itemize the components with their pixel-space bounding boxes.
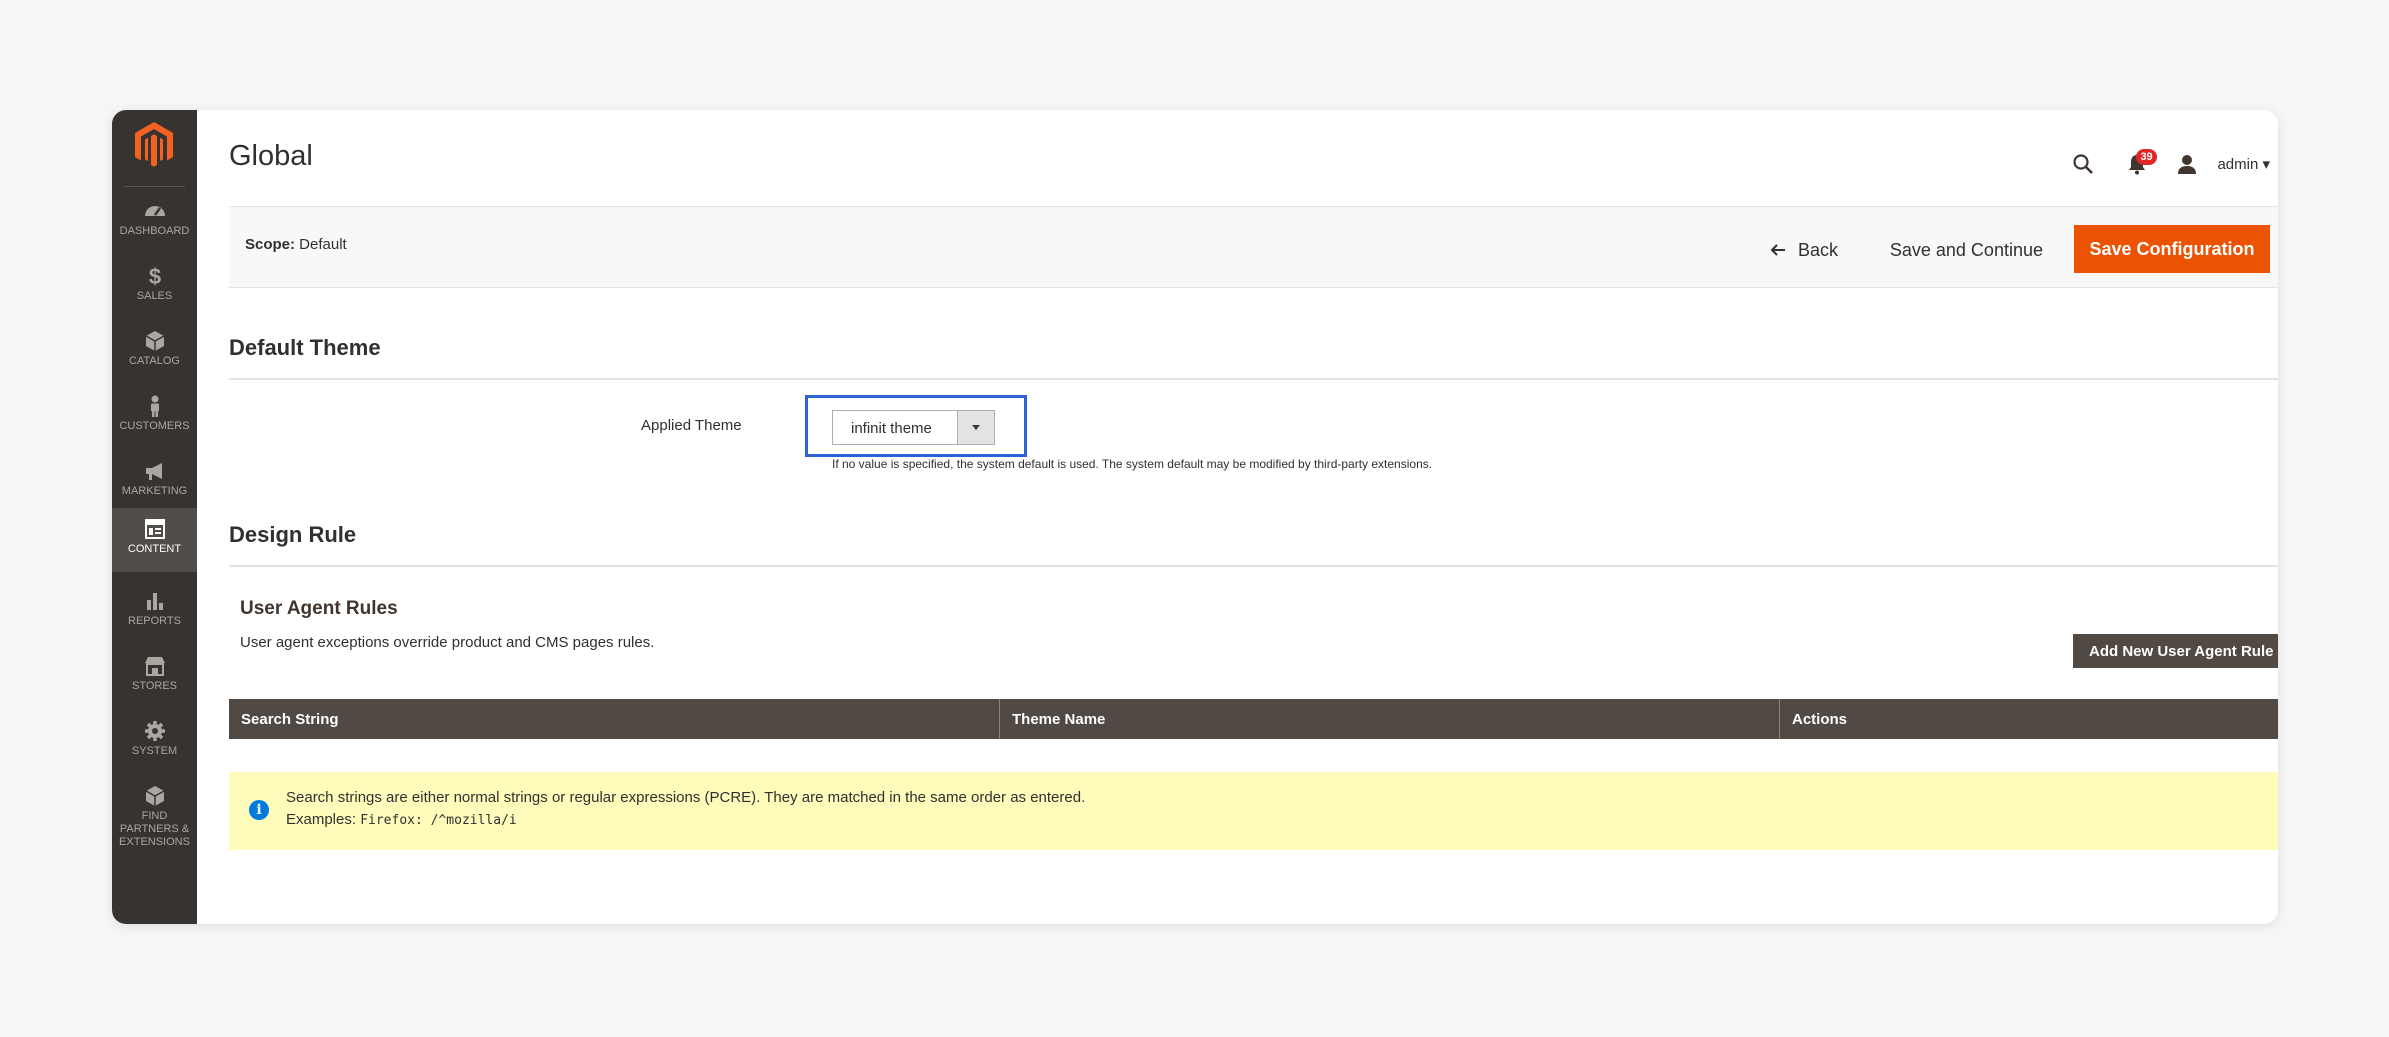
default-theme-section-title[interactable]: Default Theme xyxy=(229,335,381,361)
sidebar-item-catalog[interactable]: CATALOG xyxy=(112,320,197,384)
megaphone-icon xyxy=(142,458,168,484)
dashboard-icon xyxy=(142,198,168,224)
user-agent-rules-title: User Agent Rules xyxy=(240,598,398,619)
scope-label: Scope: xyxy=(245,236,296,253)
sidebar-item-label: CATALOG xyxy=(129,355,180,367)
sidebar-item-content[interactable]: CONTENT xyxy=(112,508,197,572)
sidebar-item-find-partners[interactable]: FIND PARTNERS & EXTENSIONS xyxy=(112,775,197,855)
column-header-search-string: Search String xyxy=(229,699,1000,739)
svg-text:$: $ xyxy=(148,264,160,289)
applied-theme-label: Applied Theme xyxy=(641,417,742,434)
sidebar-item-dashboard[interactable]: DASHBOARD xyxy=(112,190,197,254)
store-icon xyxy=(142,653,168,679)
info-message: i Search strings are either normal strin… xyxy=(229,772,2278,850)
examples-label: Examples: xyxy=(286,811,361,828)
sidebar-item-label: DASHBOARD xyxy=(119,225,190,237)
save-and-continue-button[interactable]: Save and Continue xyxy=(1890,227,2043,273)
back-button[interactable]: Back xyxy=(1770,227,1838,273)
scope-indicator: Scope: Default xyxy=(245,236,347,253)
admin-user-menu[interactable]: admin ▾ xyxy=(2217,155,2270,173)
sidebar-item-label: REPORTS xyxy=(128,615,181,627)
sidebar-item-label: SALES xyxy=(136,290,173,302)
user-agent-rules-table-header: Search String Theme Name Actions xyxy=(229,699,2278,739)
sidebar-item-label: SYSTEM xyxy=(131,745,178,757)
sidebar-item-label: CUSTOMERS xyxy=(119,420,190,432)
applied-theme-selected-value: infinit theme xyxy=(851,420,932,437)
sidebar-item-stores[interactable]: STORES xyxy=(112,645,197,709)
sidebar-item-reports[interactable]: REPORTS xyxy=(112,580,197,644)
sidebar-divider xyxy=(124,186,185,187)
sidebar-item-customers[interactable]: CUSTOMERS xyxy=(112,385,197,449)
magento-logo[interactable] xyxy=(132,120,176,170)
sidebar-item-label: MARKETING xyxy=(121,485,188,497)
user-agent-rules-description: User agent exceptions override product a… xyxy=(240,634,655,651)
design-rule-section-title[interactable]: Design Rule xyxy=(229,522,356,548)
sidebar-item-marketing[interactable]: MARKETING xyxy=(112,450,197,514)
sidebar-item-label: CONTENT xyxy=(127,543,182,555)
main-content: Global 39 admin ▾ Scope: Default Back Sa… xyxy=(197,110,2278,924)
bar-chart-icon xyxy=(142,588,168,614)
gear-icon xyxy=(142,718,168,744)
info-message-examples: Examples: Firefox: /^mozilla/i xyxy=(286,811,517,828)
section-divider xyxy=(229,378,2278,380)
column-header-actions: Actions xyxy=(1792,710,1848,728)
column-header-theme-name: Theme Name xyxy=(1000,699,1780,739)
applied-theme-select[interactable]: infinit theme xyxy=(832,410,995,445)
notification-count-badge: 39 xyxy=(2136,149,2157,165)
sidebar-item-system[interactable]: SYSTEM xyxy=(112,710,197,774)
cube-icon xyxy=(142,783,168,809)
person-icon xyxy=(142,393,168,419)
notifications-bell-icon[interactable]: 39 xyxy=(2121,148,2157,180)
box-icon xyxy=(142,328,168,354)
info-icon: i xyxy=(249,800,269,820)
applied-theme-note: If no value is specified, the system def… xyxy=(832,457,1433,471)
header-actions: 39 admin ▾ xyxy=(2067,134,2278,194)
sidebar-item-label: STORES xyxy=(131,680,178,692)
admin-sidebar: DASHBOARD $ SALES CATALOG CUSTOMERS MARK… xyxy=(112,110,197,924)
sidebar-item-label: FIND PARTNERS & EXTENSIONS xyxy=(119,810,190,848)
back-button-label: Back xyxy=(1797,239,1838,260)
dollar-icon: $ xyxy=(142,263,168,289)
page-actions-bar: Scope: Default Back Save and Continue Sa… xyxy=(229,206,2278,288)
sidebar-item-sales[interactable]: $ SALES xyxy=(112,255,197,319)
scope-value: Default xyxy=(295,236,347,253)
admin-window: DASHBOARD $ SALES CATALOG CUSTOMERS MARK… xyxy=(112,110,2278,924)
layout-icon xyxy=(142,516,168,542)
section-divider xyxy=(229,565,2278,567)
save-configuration-button[interactable]: Save Configuration xyxy=(2074,225,2270,273)
search-icon[interactable] xyxy=(2067,148,2099,180)
page-title: Global xyxy=(229,140,313,172)
example-code: Firefox: /^mozilla/i xyxy=(360,813,517,828)
user-icon[interactable] xyxy=(2171,148,2203,180)
dropdown-arrow-icon xyxy=(957,411,994,444)
info-message-text: Search strings are either normal strings… xyxy=(286,789,1086,806)
add-new-user-agent-rule-button[interactable]: Add New User Agent Rule xyxy=(2073,634,2278,668)
arrow-left-icon xyxy=(1770,244,1785,256)
